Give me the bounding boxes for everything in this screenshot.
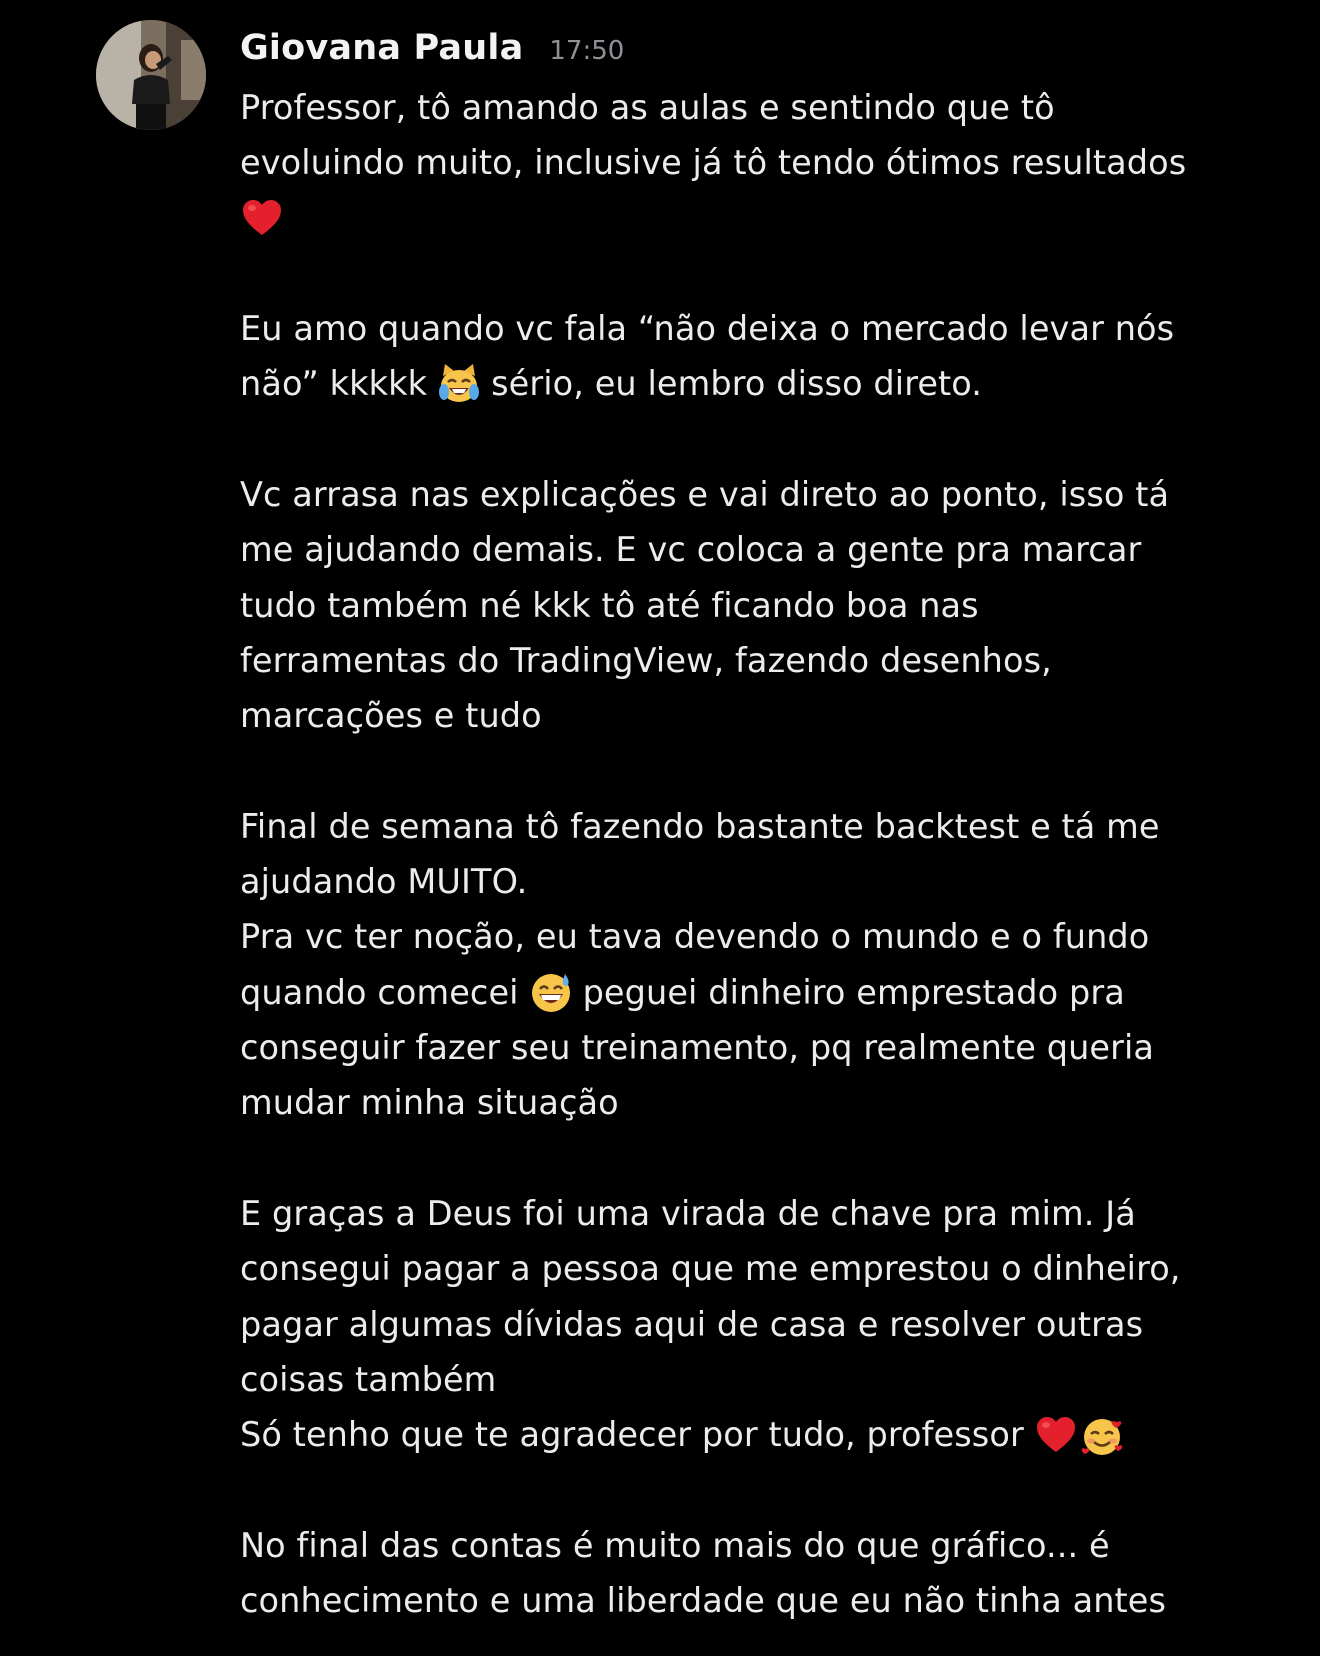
message-line: coisas também (240, 1359, 497, 1399)
message-line: Só tenho que te agradecer por tudo, prof… (240, 1407, 1280, 1462)
message-line: pagar algumas dívidas aqui de casa e res… (240, 1304, 1144, 1344)
message-line: não” kkkkk sério, eu lembro disso direto… (240, 356, 1280, 411)
user-avatar[interactable] (96, 20, 206, 130)
message-line: consegui pagar a pessoa que me emprestou… (240, 1249, 1181, 1289)
chat-message: Giovana Paula 17:50 Professor, tô amando… (0, 0, 1320, 1656)
message-line: conhecimento e uma liberdade que eu não … (240, 1581, 1167, 1621)
message-line: marcações e tudo (240, 696, 542, 736)
message-line: Professor, tô amando as aulas e sentindo… (240, 88, 1055, 127)
message-line: quando comecei peguei dinheiro emprestad… (240, 965, 1280, 1020)
message-line: ajudando MUITO. (240, 862, 528, 902)
message-line: evoluindo muito, inclusive já tô tendo ó… (240, 143, 1187, 183)
message-line: ferramentas do TradingView, fazendo dese… (240, 640, 1052, 680)
message-body: Professor, tô amando as aulas e sentindo… (240, 80, 1280, 1628)
message-header: Giovana Paula 17:50 (240, 28, 624, 68)
message-line: Pra vc ter noção, eu tava devendo o mund… (240, 917, 1150, 957)
message-line (240, 191, 1280, 246)
red-heart-emoji (240, 196, 284, 240)
red-heart-emoji (1034, 1413, 1078, 1457)
profile-photo-icon (96, 20, 206, 130)
message-line: Vc arrasa nas explicações e vai direto a… (240, 475, 1170, 515)
message-timestamp: 17:50 (549, 36, 625, 66)
message-line: mudar minha situação (240, 1083, 619, 1123)
message-line: conseguir fazer seu treinamento, pq real… (240, 1028, 1155, 1068)
message-line: E graças a Deus foi uma virada de chave … (240, 1193, 1136, 1233)
message-line: me ajudando demais. E vc coloca a gente … (240, 530, 1142, 570)
message-line: Eu amo quando vc fala “não deixa o merca… (240, 309, 1175, 349)
grinning-sweat-emoji (529, 970, 573, 1014)
message-line: No final das contas é muito mais do que … (240, 1525, 1110, 1565)
author-name[interactable]: Giovana Paula (240, 28, 523, 68)
smiling-face-with-hearts-emoji (1080, 1413, 1124, 1457)
cat-tears-of-joy-emoji (437, 362, 481, 406)
message-line: tudo também né kkk tô até ficando boa na… (240, 585, 979, 625)
message-line: Final de semana tô fazendo bastante back… (240, 806, 1160, 846)
